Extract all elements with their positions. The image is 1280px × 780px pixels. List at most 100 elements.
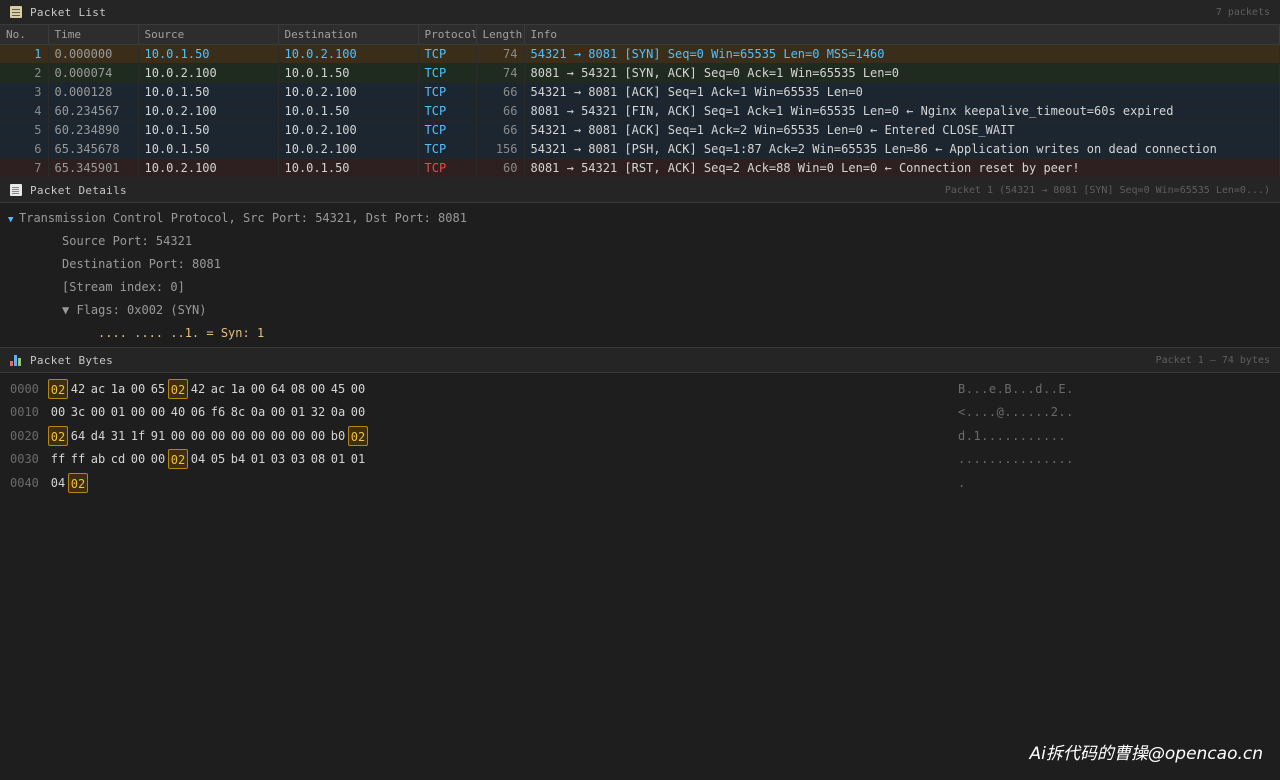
packet-length: 156 xyxy=(476,139,525,159)
hex-byte[interactable]: ac xyxy=(208,379,228,399)
packet-bytes-header: Packet Bytes Packet 1 — 74 bytes xyxy=(0,348,1280,373)
detail-line[interactable]: [Stream index: 0] xyxy=(0,276,1280,299)
packet-row[interactable]: 7 65.345901 10.0.2.100 10.0.1.50 TCP 60 8081 →… xyxy=(0,158,1280,178)
hex-byte[interactable]: f6 xyxy=(208,402,228,422)
packet-row[interactable]: 4 60.234567 10.0.2.100 10.0.1.50 TCP 66 8081 →… xyxy=(0,101,1280,121)
col-time-header[interactable]: Time xyxy=(48,25,139,45)
hex-byte[interactable]: ab xyxy=(88,449,108,469)
col-info-header[interactable]: Info xyxy=(524,25,1280,45)
detail-line[interactable]: ▼ Flags: 0x002 (SYN) xyxy=(0,299,1280,322)
hex-byte[interactable]: 00 xyxy=(348,402,368,422)
hex-byte[interactable]: 02 xyxy=(68,472,88,493)
col-protocol-header[interactable]: Protocol xyxy=(418,25,477,45)
hex-byte[interactable]: 00 xyxy=(348,379,368,399)
hex-byte[interactable]: 00 xyxy=(288,426,308,446)
packet-bytes-summary: Packet 1 — 74 bytes xyxy=(1155,354,1270,366)
hex-byte[interactable]: 08 xyxy=(308,449,328,469)
packet-row[interactable]: 2 0.000074 10.0.2.100 10.0.1.50 TCP 74 8081 → … xyxy=(0,63,1280,83)
packet-row[interactable]: 5 60.234890 10.0.1.50 10.0.2.100 TCP 66 54321 … xyxy=(0,120,1280,140)
hex-byte[interactable]: 00 xyxy=(188,426,208,446)
packet-time: 65.345678 xyxy=(48,139,139,159)
hex-byte[interactable]: 00 xyxy=(148,402,168,422)
hex-byte[interactable]: 32 xyxy=(308,402,328,422)
hex-byte[interactable]: 42 xyxy=(68,379,88,399)
hex-byte[interactable]: 02 xyxy=(168,378,188,399)
hex-byte[interactable]: 00 xyxy=(128,379,148,399)
packet-number: 6 xyxy=(0,139,49,159)
packet-row[interactable]: 1 0.000000 10.0.1.50 10.0.2.100 TCP 74 54321 →… xyxy=(0,44,1280,64)
hex-byte[interactable]: 1a xyxy=(228,379,248,399)
hex-byte[interactable]: 02 xyxy=(48,425,68,446)
hex-byte[interactable]: ff xyxy=(68,449,88,469)
hex-byte[interactable]: 91 xyxy=(148,426,168,446)
hex-byte[interactable]: cd xyxy=(108,449,128,469)
hex-byte[interactable]: 00 xyxy=(248,379,268,399)
hex-byte[interactable]: 08 xyxy=(288,379,308,399)
col-length-header[interactable]: Length xyxy=(476,25,525,45)
hex-byte[interactable]: 00 xyxy=(308,426,328,446)
hex-byte[interactable]: 01 xyxy=(288,402,308,422)
hex-byte[interactable]: 00 xyxy=(168,426,188,446)
col-no-header[interactable]: No. xyxy=(0,25,49,45)
packet-list-header: Packet List 7 packets xyxy=(0,0,1280,25)
hex-byte[interactable]: b0 xyxy=(328,426,348,446)
hex-byte[interactable]: 64 xyxy=(268,379,288,399)
packet-time: 60.234567 xyxy=(48,101,139,121)
hex-byte[interactable]: 00 xyxy=(128,402,148,422)
bytes-row: 0030 ff ff ab cd 00 00 02 04 05 b4 01 03 03 08 01 01....… xyxy=(10,448,1280,472)
hex-byte[interactable]: 02 xyxy=(348,425,368,446)
packet-protocol: TCP xyxy=(418,139,477,159)
hex-byte[interactable]: 06 xyxy=(188,402,208,422)
hex-byte[interactable]: 00 xyxy=(148,449,168,469)
hex-byte[interactable]: 00 xyxy=(268,426,288,446)
col-destination-header[interactable]: Destination xyxy=(278,25,419,45)
packet-bytes-title: Packet Bytes xyxy=(30,353,114,367)
expand-triangle-icon[interactable]: ▼ xyxy=(8,209,19,232)
hex-byte[interactable]: 42 xyxy=(188,379,208,399)
hex-byte[interactable]: 64 xyxy=(68,426,88,446)
detail-line[interactable]: Source Port: 54321 xyxy=(0,230,1280,253)
byte-offset: 0000 xyxy=(10,381,39,396)
hex-byte[interactable]: 00 xyxy=(208,426,228,446)
hex-byte[interactable]: 00 xyxy=(228,426,248,446)
hex-byte[interactable]: 01 xyxy=(248,449,268,469)
hex-byte[interactable]: 00 xyxy=(48,402,68,422)
hex-byte[interactable]: 00 xyxy=(128,449,148,469)
detail-line[interactable]: ▼ Transmission Control Protocol, Src Port… xyxy=(0,207,1280,230)
hex-byte[interactable]: 1a xyxy=(108,379,128,399)
packet-row[interactable]: 6 65.345678 10.0.1.50 10.0.2.100 TCP 156 54321… xyxy=(0,139,1280,159)
hex-byte[interactable]: ff xyxy=(48,449,68,469)
hex-byte[interactable]: 65 xyxy=(148,379,168,399)
hex-byte[interactable]: 02 xyxy=(168,449,188,470)
packet-bytes-view: 0000 02 42 ac 1a 00 65 02 42 ac 1a 00 64 08 00 45 00 B...… xyxy=(0,373,1280,495)
hex-byte[interactable]: 0a xyxy=(328,402,348,422)
hex-byte[interactable]: 1f xyxy=(128,426,148,446)
hex-byte[interactable]: 00 xyxy=(248,426,268,446)
detail-line[interactable]: Destination Port: 8081 xyxy=(0,253,1280,276)
hex-byte[interactable]: 00 xyxy=(88,402,108,422)
hex-byte[interactable]: ac xyxy=(88,379,108,399)
col-source-header[interactable]: Source xyxy=(138,25,279,45)
hex-byte[interactable]: 03 xyxy=(268,449,288,469)
hex-byte[interactable]: 0a xyxy=(248,402,268,422)
hex-byte[interactable]: 04 xyxy=(188,449,208,469)
hex-byte[interactable]: 00 xyxy=(308,379,328,399)
packet-row[interactable]: 3 0.000128 10.0.1.50 10.0.2.100 TCP 66 54321 →… xyxy=(0,82,1280,102)
hex-byte[interactable]: 45 xyxy=(328,379,348,399)
hex-byte[interactable]: 01 xyxy=(108,402,128,422)
hex-byte[interactable]: 8c xyxy=(228,402,248,422)
detail-line[interactable]: .... .... ..1. = Syn: 1 xyxy=(0,322,1280,345)
hex-byte[interactable]: 31 xyxy=(108,426,128,446)
hex-byte[interactable]: 04 xyxy=(48,473,68,493)
hex-byte[interactable]: b4 xyxy=(228,449,248,469)
hex-byte[interactable]: 01 xyxy=(328,449,348,469)
hex-byte[interactable]: 05 xyxy=(208,449,228,469)
hex-byte[interactable]: 00 xyxy=(268,402,288,422)
hex-byte[interactable]: 02 xyxy=(48,378,68,399)
hex-byte[interactable]: d4 xyxy=(88,426,108,446)
hex-byte[interactable]: 3c xyxy=(68,402,88,422)
hex-byte[interactable]: 01 xyxy=(348,449,368,469)
detail-text: [Stream index: 0] xyxy=(62,280,185,294)
hex-byte[interactable]: 40 xyxy=(168,402,188,422)
hex-byte[interactable]: 03 xyxy=(288,449,308,469)
